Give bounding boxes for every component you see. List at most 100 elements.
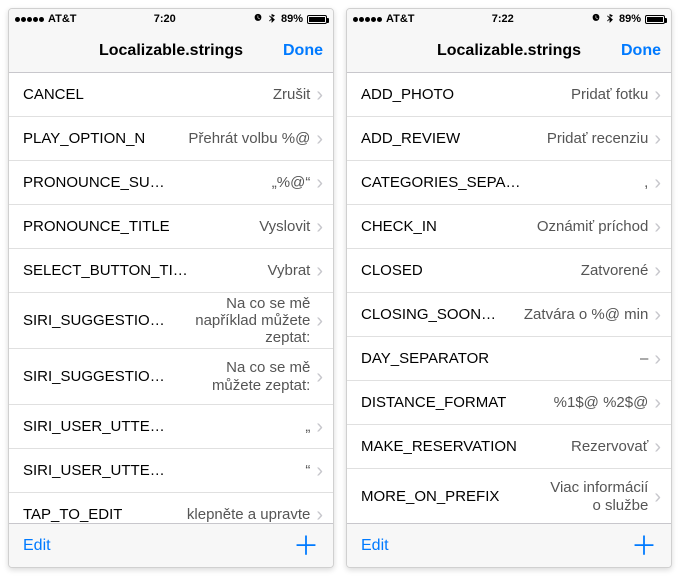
chevron-right-icon: ›	[654, 129, 661, 149]
table-row[interactable]: CLOSING_SOON… Zatvára o %@ min ›	[347, 293, 671, 337]
string-key: ADD_PHOTO	[361, 86, 454, 103]
chevron-right-icon: ›	[316, 367, 323, 387]
battery-pct: 89%	[619, 13, 641, 25]
signal-icon	[353, 17, 382, 22]
chevron-right-icon: ›	[654, 487, 661, 507]
status-time: 7:20	[154, 13, 176, 25]
string-key: SIRI_USER_UTTE…	[23, 462, 165, 479]
table-row[interactable]: MAKE_RESERVATIONRezervovať›	[347, 425, 671, 469]
bluetooth-icon	[605, 13, 615, 26]
done-button[interactable]: Done	[283, 29, 323, 73]
string-key: SIRI_SUGGESTIO…	[23, 368, 165, 385]
chevron-right-icon: ›	[316, 261, 323, 281]
string-key: CLOSING_SOON…	[361, 306, 496, 323]
string-key: CATEGORIES_SEPARATOR	[361, 174, 529, 191]
string-key: DAY_SEPARATOR	[361, 350, 489, 367]
table-row[interactable]: SELECT_BUTTON_TITLEVybrat›	[9, 249, 333, 293]
strings-list[interactable]: ADD_PHOTOPridať fotku›ADD_REVIEWPridať r…	[347, 73, 671, 523]
string-value: Vyslovit	[259, 218, 310, 235]
string-value: %1$@ %2$@	[554, 394, 649, 411]
table-row[interactable]: DISTANCE_FORMAT %1$@ %2$@ ›	[347, 381, 671, 425]
string-key: SIRI_SUGGESTIO…	[23, 312, 165, 329]
table-row[interactable]: SIRI_SUGGESTIO… Na co se mě například můž…	[9, 293, 333, 349]
battery-pct: 89%	[281, 13, 303, 25]
chevron-right-icon: ›	[654, 217, 661, 237]
string-key: PRONOUNCE_SU…	[23, 174, 165, 191]
page-title: Localizable.strings	[437, 42, 581, 60]
string-key: MAKE_RESERVATION	[361, 438, 517, 455]
carrier-label: AT&T	[48, 13, 77, 25]
chevron-right-icon: ›	[316, 461, 323, 481]
string-value: „	[305, 418, 310, 435]
chevron-right-icon: ›	[316, 311, 323, 331]
phone-right: AT&T 7:22 89% Localizable.strings Done A…	[346, 8, 672, 568]
string-key: SIRI_USER_UTTE…	[23, 418, 165, 435]
chevron-right-icon: ›	[654, 305, 661, 325]
string-value: klepněte a upravte	[187, 506, 310, 523]
chevron-right-icon: ›	[654, 393, 661, 413]
bluetooth-icon	[267, 13, 277, 26]
table-row[interactable]: ADD_REVIEWPridať recenziu›	[347, 117, 671, 161]
table-row[interactable]: SIRI_USER_UTTE… „ ›	[9, 405, 333, 449]
string-key: CHECK_IN	[361, 218, 437, 235]
string-key: PLAY_OPTION_N	[23, 130, 145, 147]
string-value: Na co se mě můžete zeptat:	[212, 359, 310, 394]
string-value: ,	[644, 174, 648, 191]
chevron-right-icon: ›	[654, 173, 661, 193]
battery-icon	[307, 15, 327, 24]
string-key: PRONOUNCE_TITLE	[23, 218, 170, 235]
table-row[interactable]: PRONOUNCE_TITLEVyslovit›	[9, 205, 333, 249]
string-value: Oznámiť príchod	[537, 218, 649, 235]
toolbar: Edit ＋	[347, 523, 671, 567]
string-value: Zrušit	[273, 86, 311, 103]
string-value: –	[640, 350, 648, 367]
table-row[interactable]: CATEGORIES_SEPARATOR, ›	[347, 161, 671, 205]
string-value: Přehrát volbu %@	[188, 130, 310, 147]
table-row[interactable]: CLOSEDZatvorené›	[347, 249, 671, 293]
string-key: DISTANCE_FORMAT	[361, 394, 506, 411]
string-key: CLOSED	[361, 262, 423, 279]
carrier-label: AT&T	[386, 13, 415, 25]
table-row[interactable]: PRONOUNCE_SU…„%@“›	[9, 161, 333, 205]
table-row[interactable]: PLAY_OPTION_N Přehrát volbu %@ ›	[9, 117, 333, 161]
string-value: “	[305, 462, 310, 479]
chevron-right-icon: ›	[654, 261, 661, 281]
add-button[interactable]: ＋	[631, 533, 657, 559]
edit-button[interactable]: Edit	[361, 537, 389, 555]
string-key: TAP_TO_EDIT	[23, 506, 122, 523]
string-value: Pridať fotku	[571, 86, 648, 103]
phone-left: AT&T 7:20 89% Localizable.strings Done C…	[8, 8, 334, 568]
table-row[interactable]: CHECK_IN Oznámiť príchod ›	[347, 205, 671, 249]
alarm-icon	[253, 13, 263, 26]
done-button[interactable]: Done	[621, 29, 661, 73]
strings-list[interactable]: CANCEL Zrušit › PLAY_OPTION_N Přehrát volbu …	[9, 73, 333, 523]
status-time: 7:22	[492, 13, 514, 25]
battery-icon	[645, 15, 665, 24]
string-value: Pridať recenziu	[547, 130, 649, 147]
status-bar: AT&T 7:22 89%	[347, 9, 671, 29]
chevron-right-icon: ›	[316, 85, 323, 105]
table-row[interactable]: DAY_SEPARATOR–›	[347, 337, 671, 381]
string-value: Na co se mě například můžete zeptat:	[195, 295, 310, 347]
signal-icon	[15, 17, 44, 22]
string-value: Viac informácií o službe	[550, 479, 648, 514]
chevron-right-icon: ›	[316, 129, 323, 149]
table-row[interactable]: ADD_PHOTOPridať fotku›	[347, 73, 671, 117]
string-value: Vybrat	[268, 262, 311, 279]
navbar: Localizable.strings Done	[347, 29, 671, 73]
table-row[interactable]: TAP_TO_EDIT klepněte a upravte ›	[9, 493, 333, 523]
chevron-right-icon: ›	[316, 173, 323, 193]
navbar: Localizable.strings Done	[9, 29, 333, 73]
add-button[interactable]: ＋	[293, 533, 319, 559]
table-row[interactable]: CANCEL Zrušit ›	[9, 73, 333, 117]
string-value: Zatvára o %@ min	[524, 306, 648, 323]
alarm-icon	[591, 13, 601, 26]
chevron-right-icon: ›	[316, 505, 323, 524]
edit-button[interactable]: Edit	[23, 537, 51, 555]
table-row[interactable]: SIRI_SUGGESTIO… Na co se mě můžete zeptat…	[9, 349, 333, 405]
table-row[interactable]: MORE_ON_PREFIX Viac informácií o službe ›	[347, 469, 671, 523]
string-key: MORE_ON_PREFIX	[361, 488, 499, 505]
string-key: CANCEL	[23, 86, 84, 103]
table-row[interactable]: SIRI_USER_UTTE… “ ›	[9, 449, 333, 493]
chevron-right-icon: ›	[316, 417, 323, 437]
